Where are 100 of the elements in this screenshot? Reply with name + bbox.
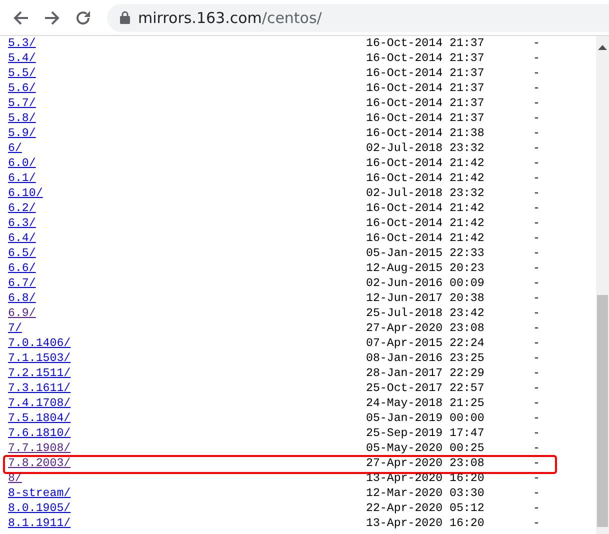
directory-link[interactable]: 6.1/	[8, 171, 36, 186]
modified-date: 16-Oct-2014 21:42	[366, 216, 484, 231]
file-size: -	[533, 501, 540, 516]
modified-date: 16-Oct-2014 21:37	[366, 66, 484, 81]
directory-link[interactable]: 8/	[8, 471, 22, 486]
modified-date: 16-Oct-2014 21:38	[366, 126, 484, 141]
directory-link[interactable]: 6.9/	[8, 306, 36, 321]
modified-date: 25-Sep-2019 17:47	[366, 426, 484, 441]
scrollbar-thumb[interactable]	[597, 295, 608, 527]
directory-link[interactable]: 7.3.1611/	[8, 381, 71, 396]
modified-date: 28-Jan-2017 22:29	[366, 366, 484, 381]
directory-link[interactable]: 6.6/	[8, 261, 36, 276]
modified-date: 05-Jan-2015 22:33	[366, 246, 484, 261]
file-size: -	[533, 51, 540, 66]
directory-link[interactable]: 6/	[8, 141, 22, 156]
url-text: mirrors.163.com/centos/	[138, 8, 322, 26]
file-size: -	[533, 486, 540, 501]
lock-icon	[120, 11, 130, 24]
modified-date: 27-Apr-2020 23:08	[366, 456, 484, 471]
address-bar[interactable]: mirrors.163.com/centos/	[107, 4, 609, 32]
modified-date: 02-Jul-2018 23:32	[366, 186, 484, 201]
modified-date: 02-Jun-2016 00:09	[366, 276, 484, 291]
modified-date: 27-Apr-2020 23:08	[366, 321, 484, 336]
modified-date: 16-Oct-2014 21:37	[366, 96, 484, 111]
directory-link[interactable]: 7.7.1908/	[8, 441, 71, 456]
directory-link[interactable]: 6.5/	[8, 246, 36, 261]
directory-link[interactable]: 6.4/	[8, 231, 36, 246]
directory-link[interactable]: 6.8/	[8, 291, 36, 306]
directory-link[interactable]: 7.0.1406/	[8, 336, 71, 351]
file-size: -	[533, 306, 540, 321]
modified-date: 12-Mar-2020 03:30	[366, 486, 484, 501]
file-size: -	[533, 426, 540, 441]
file-size: -	[533, 516, 540, 531]
directory-link[interactable]: 5.3/	[8, 36, 36, 51]
file-size: -	[533, 381, 540, 396]
file-size: -	[533, 396, 540, 411]
file-size: -	[533, 246, 540, 261]
file-size: -	[533, 186, 540, 201]
file-size: -	[533, 321, 540, 336]
modified-date: 16-Oct-2014 21:37	[366, 36, 484, 51]
file-size: -	[533, 156, 540, 171]
file-size: -	[533, 291, 540, 306]
directory-link[interactable]: 5.5/	[8, 66, 36, 81]
file-size: -	[533, 231, 540, 246]
file-size: -	[533, 171, 540, 186]
scroll-up-arrow-icon[interactable]	[598, 44, 607, 50]
file-size: -	[533, 141, 540, 156]
directory-link[interactable]: 7.5.1804/	[8, 411, 71, 426]
directory-link[interactable]: 5.4/	[8, 51, 36, 66]
modified-date: 02-Jul-2018 23:32	[366, 141, 484, 156]
modified-date: 25-Jul-2018 23:42	[366, 306, 484, 321]
file-size: -	[533, 96, 540, 111]
directory-link[interactable]: 8-stream/	[8, 486, 71, 501]
modified-date: 13-Apr-2020 16:20	[366, 516, 484, 531]
modified-date: 16-Oct-2014 21:42	[366, 171, 484, 186]
modified-date: 13-Apr-2020 16:20	[366, 471, 484, 486]
file-size: -	[533, 111, 540, 126]
file-size: -	[533, 441, 540, 456]
reload-icon	[75, 10, 91, 26]
file-size: -	[533, 411, 540, 426]
file-size: -	[533, 261, 540, 276]
modified-date: 05-May-2020 00:25	[366, 441, 484, 456]
modified-date: 12-Aug-2015 20:23	[366, 261, 484, 276]
directory-link[interactable]: 6.2/	[8, 201, 36, 216]
directory-link[interactable]: 6.3/	[8, 216, 36, 231]
file-size: -	[533, 276, 540, 291]
modified-date: 22-Apr-2020 05:12	[366, 501, 484, 516]
directory-link[interactable]: 6.0/	[8, 156, 36, 171]
modified-date: 07-Apr-2015 22:24	[366, 336, 484, 351]
file-size: -	[533, 471, 540, 486]
directory-link[interactable]: 5.6/	[8, 81, 36, 96]
file-size: -	[533, 336, 540, 351]
directory-link[interactable]: 5.8/	[8, 111, 36, 126]
file-size: -	[533, 456, 540, 471]
file-size: -	[533, 216, 540, 231]
directory-link[interactable]: 8.0.1905/	[8, 501, 71, 516]
file-size: -	[533, 351, 540, 366]
modified-date: 16-Oct-2014 21:37	[366, 111, 484, 126]
directory-link[interactable]: 6.7/	[8, 276, 36, 291]
file-size: -	[533, 81, 540, 96]
directory-link[interactable]: 5.7/	[8, 96, 36, 111]
directory-link[interactable]: 7.8.2003/	[8, 456, 71, 471]
modified-date: 25-Oct-2017 22:57	[366, 381, 484, 396]
modified-date: 12-Jun-2017 20:38	[366, 291, 484, 306]
back-arrow-icon	[13, 10, 29, 26]
directory-link[interactable]: 7.1.1503/	[8, 351, 71, 366]
modified-date: 24-May-2018 21:25	[366, 396, 484, 411]
modified-date: 16-Oct-2014 21:37	[366, 51, 484, 66]
directory-link[interactable]: 7.6.1810/	[8, 426, 71, 441]
modified-date: 16-Oct-2014 21:42	[366, 201, 484, 216]
directory-link[interactable]: 8.1.1911/	[8, 516, 71, 531]
directory-link[interactable]: 7.2.1511/	[8, 366, 71, 381]
file-size: -	[533, 366, 540, 381]
directory-link[interactable]: 7.4.1708/	[8, 396, 71, 411]
directory-link[interactable]: 7/	[8, 321, 22, 336]
directory-link[interactable]: 5.9/	[8, 126, 36, 141]
modified-date: 16-Oct-2014 21:42	[366, 231, 484, 246]
file-size: -	[533, 201, 540, 216]
scrollbar[interactable]	[596, 36, 609, 534]
directory-link[interactable]: 6.10/	[8, 186, 43, 201]
